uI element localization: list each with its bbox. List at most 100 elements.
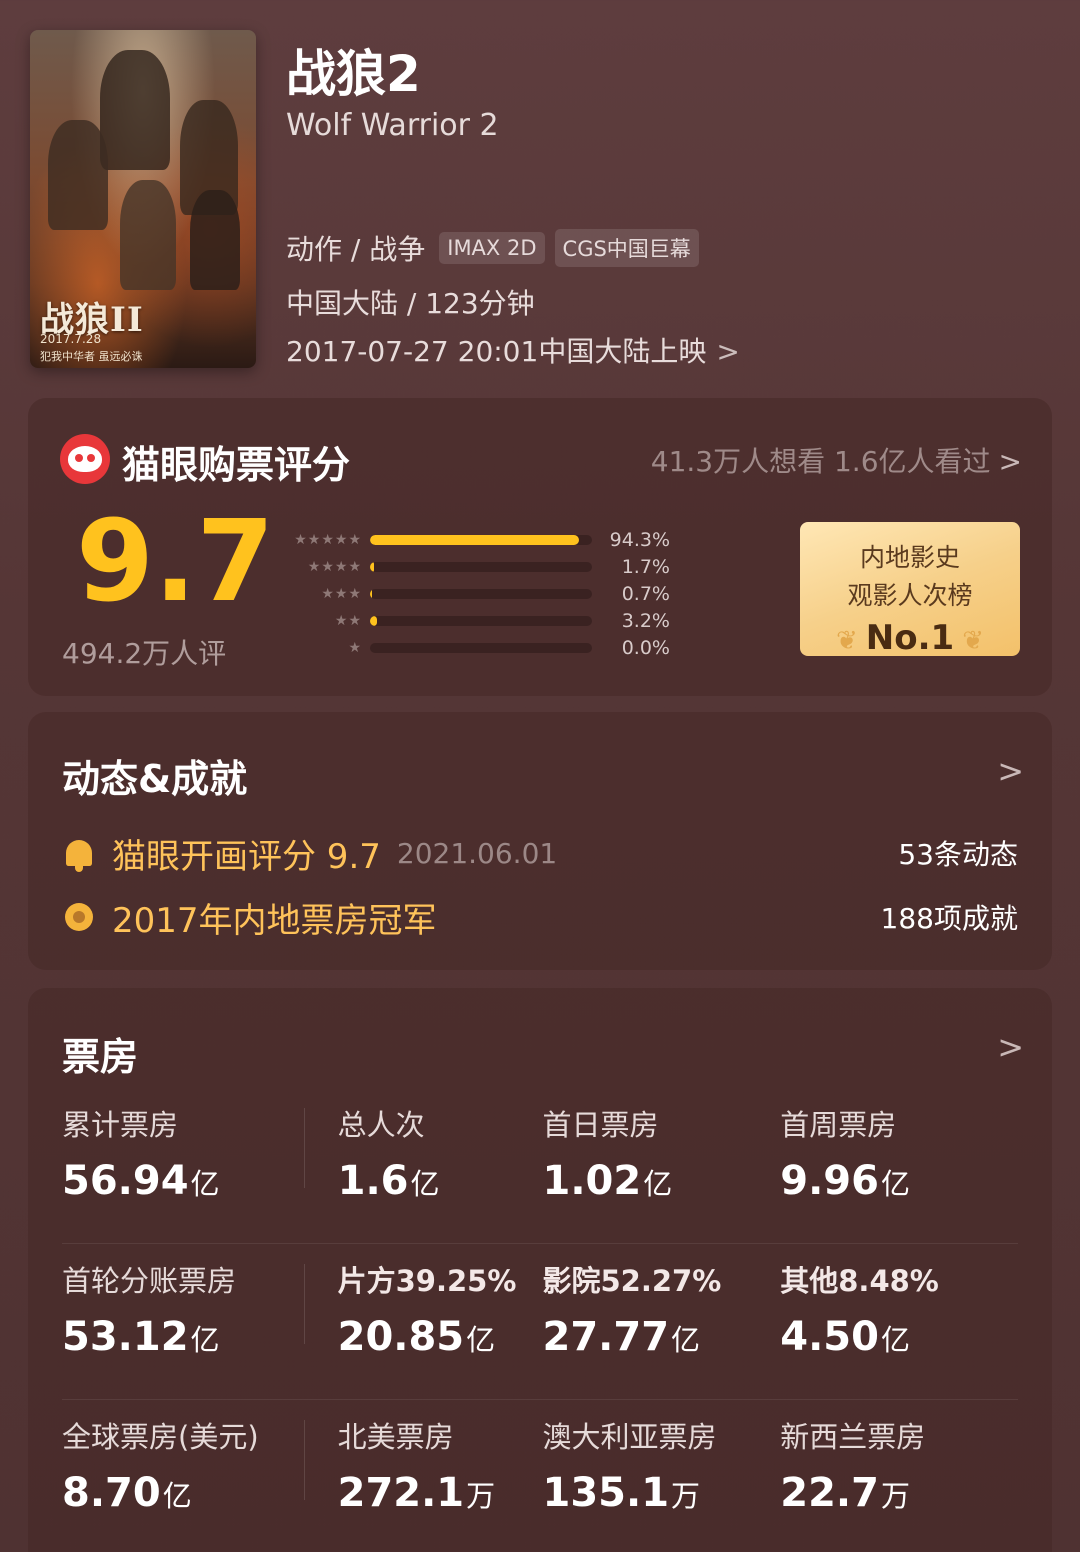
maoyan-logo-icon: [60, 434, 110, 484]
rater-count: 494.2万人评: [62, 637, 227, 670]
poster-figure: [190, 190, 240, 290]
stat-value: 9.96亿: [780, 1158, 910, 1204]
box-office-stat: 全球票房(美元) 8.70亿: [62, 1400, 304, 1552]
release-info-link[interactable]: 2017-07-27 20:01中国大陆上映 >: [286, 330, 740, 370]
stat-label: 累计票房: [62, 1108, 179, 1142]
percent-label: 0.0%: [621, 636, 670, 659]
stat-label: 首轮分账票房: [62, 1264, 237, 1298]
rating-score: 9.7: [76, 497, 275, 627]
stat-label: 全球票房(美元): [62, 1420, 259, 1454]
want-seen-text: 41.3万人想看 1.6亿人看过: [650, 445, 991, 478]
stat-label: 澳大利亚票房: [542, 1420, 717, 1454]
poster-slogan: 犯我中华者 虽远必诛: [40, 350, 143, 363]
chevron-right-icon[interactable]: >: [997, 752, 1024, 790]
stars-3: ★★★: [321, 585, 362, 602]
achievement-text: 2017年内地票房冠军: [112, 900, 437, 941]
rating-title: 猫眼购票评分: [122, 443, 351, 487]
bar-fill: [370, 534, 580, 545]
movie-english-title: Wolf Warrior 2: [286, 108, 499, 143]
bar-fill: [370, 588, 372, 599]
distribution-row: ★★★★ 1.7%: [274, 553, 694, 580]
dynamics-card[interactable]: 动态&成就 > 猫眼开画评分 9.7 2021.06.01 53条动态 2017…: [28, 712, 1052, 970]
bar-track: [370, 561, 592, 572]
bar-track: [370, 534, 592, 545]
rank-line1: 内地影史: [859, 543, 960, 572]
format-tag: CGS中国巨幕: [554, 229, 699, 267]
box-office-stat: 澳大利亚票房 135.1万: [543, 1400, 781, 1552]
poster-date: 2017.7.28: [40, 332, 102, 346]
stat-value: 27.77亿: [542, 1314, 701, 1360]
stat-value: 1.02亿: [542, 1158, 673, 1204]
box-office-stat: 北美票房 272.1万: [303, 1400, 543, 1552]
distribution-row: ★★ 3.2%: [274, 607, 694, 634]
stat-label: 总人次: [337, 1108, 425, 1142]
percent-label: 3.2%: [621, 609, 670, 632]
movie-poster[interactable]: 战狼II 2017.7.28 犯我中华者 虽远必诛: [30, 30, 256, 368]
dynamic-text: 猫眼开画评分 9.7: [112, 836, 381, 877]
stat-value: 56.94亿: [62, 1158, 220, 1204]
bar-track: [370, 615, 592, 626]
stars-4: ★★★★: [307, 558, 362, 575]
poster-figure: [120, 180, 176, 290]
stat-value: 20.85亿: [337, 1314, 496, 1360]
stars-1: ★: [348, 639, 362, 656]
stat-label: 片方39.25%: [337, 1264, 517, 1298]
bar-fill: [370, 561, 374, 572]
format-tag: IMAX 2D: [439, 232, 545, 264]
genre-text: 动作 / 战争: [286, 233, 426, 266]
stat-label: 其他8.48%: [780, 1264, 939, 1298]
bell-icon: [62, 836, 96, 872]
genre-row: 动作 / 战争 IMAX 2D CGS中国巨幕: [286, 228, 709, 268]
box-office-stat: 影院52.27% 27.77亿: [543, 1244, 781, 1399]
stat-value: 1.6亿: [337, 1158, 440, 1204]
stat-label: 北美票房: [337, 1420, 454, 1454]
bar-fill: [370, 615, 378, 626]
region-duration: 中国大陆 / 123分钟: [286, 287, 535, 320]
box-office-stat: 首周票房 9.96亿: [780, 1088, 1018, 1243]
dynamic-item[interactable]: 猫眼开画评分 9.7 2021.06.01 53条动态: [62, 828, 1018, 878]
box-office-grid: 累计票房 56.94亿 总人次 1.6亿 首日票房 1.02亿 首周票房 9.9…: [62, 1088, 1018, 1552]
box-office-stat: 首轮分账票房 53.12亿: [62, 1244, 304, 1399]
stars-5: ★★★★★: [294, 531, 362, 548]
box-office-stat: 其他8.48% 4.50亿: [780, 1244, 1018, 1399]
movie-title: 战狼2: [286, 45, 421, 103]
stat-value: 22.7万: [780, 1470, 910, 1516]
laurel-left-icon: ❦: [836, 626, 858, 656]
stat-value: 272.1万: [337, 1470, 496, 1516]
dynamics-title: 动态&成就: [62, 757, 248, 801]
bar-track: [370, 588, 592, 599]
box-office-stat: 片方39.25% 20.85亿: [303, 1244, 543, 1399]
box-office-title: 票房: [62, 1035, 139, 1079]
stat-value: 135.1万: [542, 1470, 701, 1516]
percent-label: 1.7%: [621, 555, 670, 578]
stars-2: ★★: [334, 612, 362, 629]
box-office-row: 首轮分账票房 53.12亿 片方39.25% 20.85亿 影院52.27% 2…: [62, 1244, 1018, 1400]
box-office-row: 累计票房 56.94亿 总人次 1.6亿 首日票房 1.02亿 首周票房 9.9…: [62, 1088, 1018, 1244]
poster-figure: [48, 120, 108, 230]
rank-line2: 观影人次榜: [847, 581, 973, 610]
release-date: 2017-07-27 20:01中国大陆上映: [286, 335, 707, 368]
distribution-row: ★★★★★ 94.3%: [274, 526, 694, 553]
distribution-row: ★★★ 0.7%: [274, 580, 694, 607]
chevron-right-icon[interactable]: >: [997, 1028, 1024, 1066]
dynamic-date: 2021.06.01: [396, 836, 558, 870]
box-office-stat: 新西兰票房 22.7万: [780, 1400, 1018, 1552]
rank-badge[interactable]: 内地影史 观影人次榜 ❦ No.1 ❦: [800, 522, 1020, 658]
stat-label: 新西兰票房: [780, 1420, 926, 1454]
poster-figure: [100, 50, 170, 170]
box-office-stat: 总人次 1.6亿: [303, 1088, 543, 1243]
stat-label: 首日票房: [542, 1108, 659, 1142]
bar-track: [370, 642, 592, 653]
rating-distribution: ★★★★★ 94.3% ★★★★ 1.7% ★★★ 0.7% ★★ 3.2% ★…: [274, 526, 694, 661]
distribution-row: ★ 0.0%: [274, 634, 694, 661]
want-seen-link[interactable]: 41.3万人想看 1.6亿人看过 >: [651, 440, 1022, 480]
achievement-count: 188项成就: [880, 902, 1018, 935]
box-office-card[interactable]: 票房 > 累计票房 56.94亿 总人次 1.6亿 首日票房 1.02亿 首周票…: [28, 988, 1052, 1552]
box-office-row: 全球票房(美元) 8.70亿 北美票房 272.1万 澳大利亚票房 135.1万…: [62, 1400, 1018, 1552]
stat-value: 8.70亿: [62, 1470, 192, 1516]
stat-value: 53.12亿: [62, 1314, 220, 1360]
achievement-item[interactable]: 2017年内地票房冠军 188项成就: [62, 892, 1018, 942]
medal-icon: [62, 900, 96, 934]
dynamic-count: 53条动态: [898, 838, 1018, 871]
rating-card: 猫眼购票评分 41.3万人想看 1.6亿人看过 > 9.7 494.2万人评 ★★…: [28, 398, 1052, 696]
